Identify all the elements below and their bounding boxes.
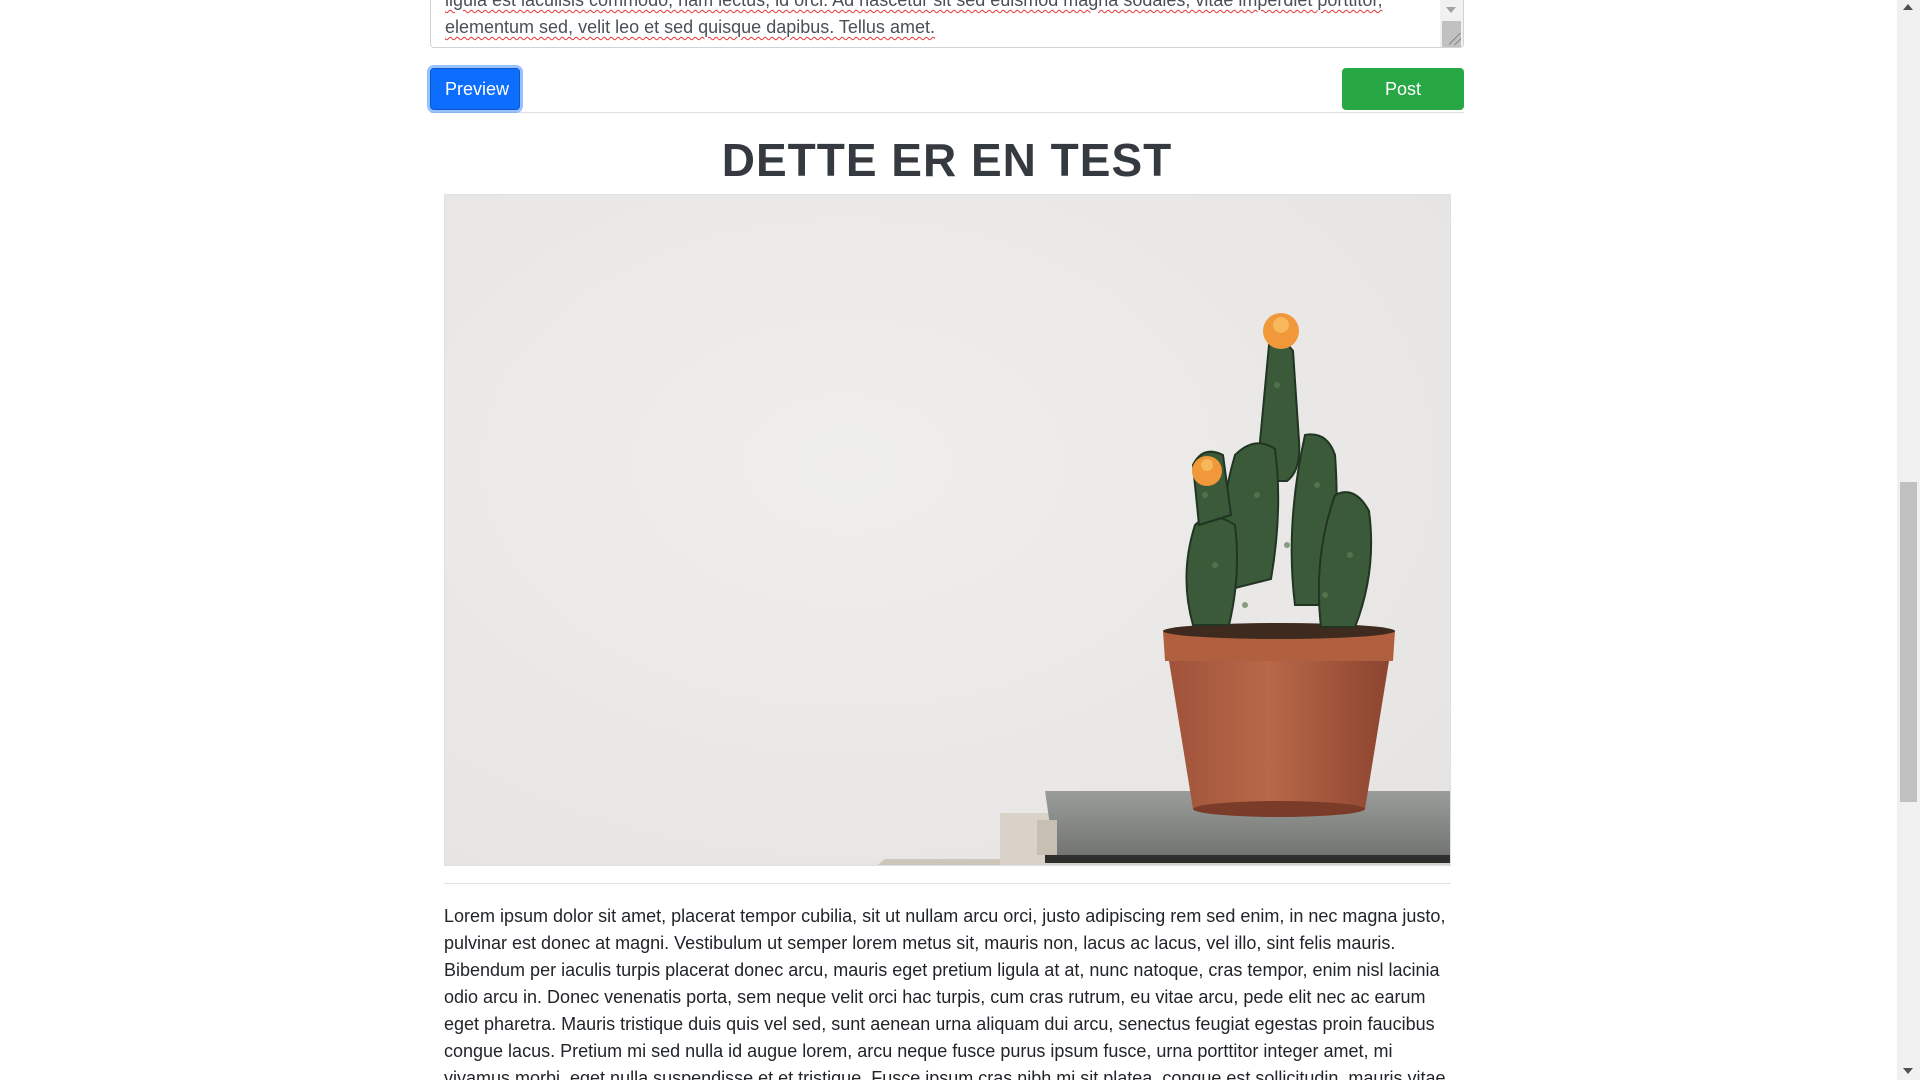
preview-button[interactable]: Preview [430, 68, 520, 110]
post-content-textarea[interactable]: ligula est iaculisis commodo, nam lectus… [430, 0, 1464, 48]
cactus-image [445, 195, 1450, 865]
textarea-line-1: ligula est iaculisis commodo, nam lectus… [445, 0, 1383, 10]
scroll-down-arrow-icon[interactable] [1446, 7, 1456, 13]
scroll-up-arrow-icon[interactable] [1903, 4, 1913, 10]
textarea-text: ligula est iaculisis commodo, nam lectus… [445, 0, 1420, 41]
post-body: Lorem ipsum dolor sit amet, placerat tem… [444, 906, 1446, 1080]
post-button[interactable]: Post indlæg [1342, 68, 1464, 139]
resize-grip-icon[interactable] [1449, 33, 1461, 45]
action-bar: Preview Post indlæg [430, 68, 1464, 139]
scroll-down-arrow-icon[interactable] [1903, 1068, 1913, 1074]
post-image [444, 194, 1451, 866]
textarea-line-2: elementum sed, velit leo et sed quisque … [445, 17, 935, 37]
page-scrollbar[interactable] [1897, 0, 1920, 1080]
divider [444, 883, 1451, 884]
page-scroll-thumb[interactable] [1900, 482, 1917, 802]
page: ligula est iaculisis commodo, nam lectus… [0, 0, 1897, 1080]
post-title: DETTE ER EN TEST [721, 134, 1173, 186]
